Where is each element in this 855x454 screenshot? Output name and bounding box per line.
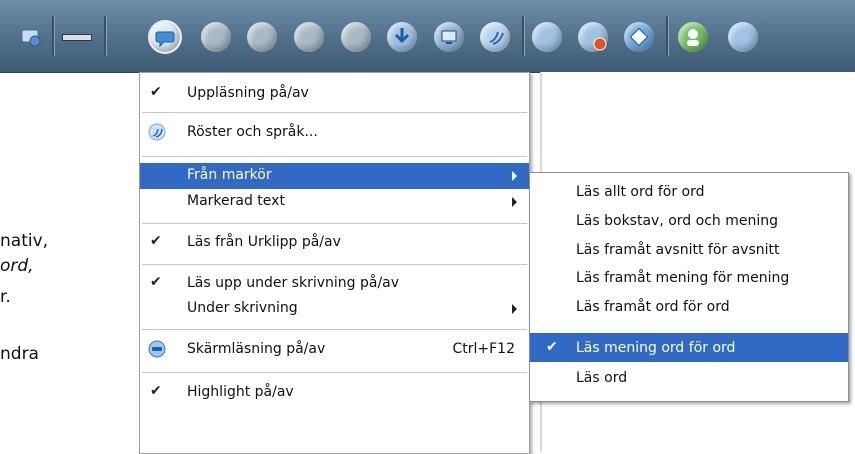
skip-back-icon[interactable] xyxy=(199,20,233,54)
checkmark-icon: ✔ xyxy=(150,383,162,399)
toolbar-separator xyxy=(666,16,669,56)
stop-document-icon[interactable] xyxy=(576,20,610,54)
submenu-arrow-icon xyxy=(512,197,517,207)
screen-reading-icon xyxy=(147,339,167,359)
stop-icon[interactable] xyxy=(339,20,373,54)
background-text-line: nativ, xyxy=(0,231,49,251)
submenu-from-cursor: Läs allt ord för ord Läs bokstav, ord oc… xyxy=(529,172,849,402)
submenu-item-label: Läs allt ord för ord xyxy=(576,184,705,200)
navigation-icon[interactable] xyxy=(622,20,656,54)
submenu-item-label: Läs ord xyxy=(576,370,628,386)
toolbar-separator xyxy=(104,16,107,56)
download-icon[interactable] xyxy=(385,20,419,54)
minimize-icon[interactable] xyxy=(60,20,94,54)
submenu-arrow-icon xyxy=(512,304,517,314)
play-icon[interactable] xyxy=(245,20,279,54)
submenu-item-read-all-word-by-word[interactable]: Läs allt ord för ord xyxy=(530,177,848,206)
submenu-item-label: Läs framåt avsnitt för avsnitt xyxy=(576,242,780,258)
checkmark-icon: ✔ xyxy=(546,339,558,355)
menu-item-label: Under skrivning xyxy=(187,300,298,316)
background-text-line: r. xyxy=(0,287,11,307)
menu-separator xyxy=(142,223,527,224)
toolbar-overflow-icon[interactable] xyxy=(726,20,760,54)
speech-bubble-icon[interactable] xyxy=(148,20,182,54)
menu-item-label: Uppläsning på/av xyxy=(187,85,309,101)
submenu-item-read-word[interactable]: Läs ord xyxy=(530,363,848,392)
menu-item-label: Från markör xyxy=(187,167,272,183)
menu-item-from-cursor[interactable]: Från markör xyxy=(140,163,529,189)
submenu-item-read-forward-sentence[interactable]: Läs framåt mening för mening xyxy=(530,263,848,292)
background-text-line: ord, xyxy=(0,256,34,276)
voices-icon[interactable] xyxy=(478,20,512,54)
submenu-item-read-sentence-word-by-word[interactable]: ✔ Läs mening ord för ord xyxy=(530,333,848,362)
menu-separator xyxy=(142,264,527,265)
menu-item-read-clipboard[interactable]: ✔ Läs från Urklipp på/av xyxy=(140,230,529,256)
menu-item-screen-reading[interactable]: Skärmläsning på/av Ctrl+F12 xyxy=(140,337,529,363)
pause-icon[interactable] xyxy=(292,20,326,54)
checkmark-icon: ✔ xyxy=(150,84,162,100)
toolbar-separator xyxy=(52,16,55,56)
user-icon[interactable] xyxy=(676,20,710,54)
menu-separator xyxy=(142,372,527,373)
menu-item-label: Markerad text xyxy=(187,193,285,209)
submenu-item-read-letter-word-sentence[interactable]: Läs bokstav, ord och mening xyxy=(530,206,848,235)
menu-item-read-while-typing[interactable]: ✔ Läs upp under skrivning på/av xyxy=(140,271,529,297)
menu-separator xyxy=(142,156,527,157)
menu-item-selected-text[interactable]: Markerad text xyxy=(140,189,529,215)
submenu-item-label: Läs bokstav, ord och mening xyxy=(576,213,779,229)
toolbar xyxy=(0,0,855,73)
context-menu: ✔ Uppläsning på/av Röster och språk... F… xyxy=(139,72,530,454)
menu-item-while-typing[interactable]: Under skrivning xyxy=(140,296,529,322)
voices-icon xyxy=(147,122,167,142)
menu-item-label: Läs upp under skrivning på/av xyxy=(187,275,400,291)
submenu-item-read-forward-word[interactable]: Läs framåt ord för ord xyxy=(530,292,848,321)
checkmark-icon: ✔ xyxy=(150,233,162,249)
menu-item-label: Läs från Urklipp på/av xyxy=(187,234,341,250)
submenu-item-read-forward-section[interactable]: Läs framåt avsnitt för avsnitt xyxy=(530,235,848,264)
document-read-icon[interactable] xyxy=(530,20,564,54)
menu-item-label: Highlight på/av xyxy=(187,384,294,400)
menu-separator xyxy=(142,329,527,330)
menu-separator xyxy=(142,112,527,113)
background-text-line: ndra xyxy=(0,344,39,364)
monitor-icon[interactable] xyxy=(432,20,466,54)
settings-icon[interactable] xyxy=(14,20,48,54)
menu-item-label: Röster och språk... xyxy=(187,124,318,140)
toolbar-separator xyxy=(522,16,525,56)
submenu-arrow-icon xyxy=(512,171,517,181)
menu-item-shortcut: Ctrl+F12 xyxy=(452,341,515,357)
submenu-item-label: Läs framåt mening för mening xyxy=(576,270,790,286)
menu-item-reading-toggle[interactable]: ✔ Uppläsning på/av xyxy=(140,81,529,107)
submenu-item-label: Läs framåt ord för ord xyxy=(576,299,730,315)
menu-item-voices-languages[interactable]: Röster och språk... xyxy=(140,120,529,146)
submenu-item-label: Läs mening ord för ord xyxy=(576,340,736,356)
menu-item-label: Skärmläsning på/av xyxy=(187,341,326,357)
checkmark-icon: ✔ xyxy=(150,274,162,290)
menu-item-highlight[interactable]: ✔ Highlight på/av xyxy=(140,380,529,406)
